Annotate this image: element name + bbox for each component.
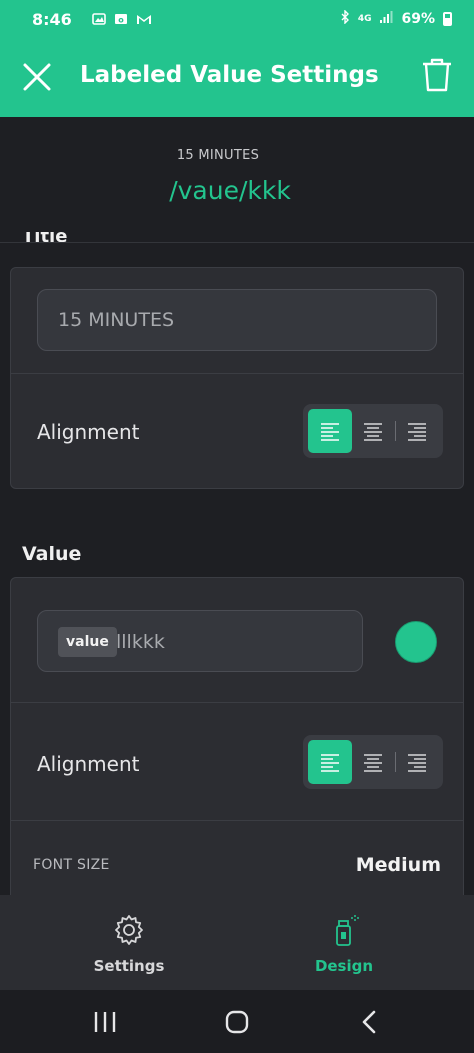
card-divider [11,373,463,374]
home-button[interactable] [221,1006,253,1038]
value-card: value lllkkk Alignment FONT SIZE Medium [10,577,464,907]
title-input-value: 15 MINUTES [58,309,175,331]
value-align-center-button[interactable] [351,740,395,784]
bottom-nav: Settings Design [0,895,474,990]
value-input[interactable]: value lllkkk [37,610,363,672]
image-icon [92,12,106,26]
recent-apps-icon [94,1012,116,1032]
status-time: 8:46 [32,10,72,29]
value-color-swatch[interactable] [395,621,437,663]
title-section-heading: Title [22,232,68,247]
status-right: 4G 69% [340,9,452,28]
close-icon [23,63,51,91]
battery-icon [443,12,452,26]
align-left-icon [321,754,339,772]
align-left-icon [321,423,339,441]
delete-button[interactable] [420,56,454,96]
scroll-divider [0,242,474,243]
align-right-icon [408,423,426,441]
title-align-right-button[interactable] [395,409,439,453]
notification-icons: o [92,12,151,26]
value-align-right-button[interactable] [395,740,439,784]
title-card: 15 MINUTES Alignment [10,267,464,489]
title-align-center-button[interactable] [351,409,395,453]
page-title: Labeled Value Settings [80,62,379,88]
bluetooth-icon [340,9,350,28]
value-alignment-label: Alignment [37,752,140,776]
system-nav-bar [0,990,474,1053]
align-center-icon [364,423,382,441]
recent-apps-button[interactable] [89,1006,121,1038]
back-button[interactable] [354,1006,386,1038]
value-input-suffix: lllkkk [116,631,165,653]
home-icon [225,1010,249,1034]
card-divider [11,820,463,821]
nav-settings[interactable]: Settings [69,913,189,975]
nav-settings-label: Settings [93,957,165,975]
signal-icon [379,10,393,28]
svg-text:o: o [118,16,124,25]
value-chip[interactable]: value [58,627,117,657]
app-header: Labeled Value Settings [0,40,474,117]
gear-icon [115,915,143,945]
outlook-icon: o [114,12,128,26]
status-bar: 8:46 o 4G 69% [0,0,474,40]
title-alignment-label: Alignment [37,420,140,444]
value-section-heading: Value [22,543,82,565]
preview-label: 15 MINUTES [176,148,260,163]
trash-icon [423,58,451,92]
network-type: 4G [357,14,372,24]
preview-value: /vaue/kkk [169,176,291,205]
spray-can-icon [336,915,359,946]
title-alignment-group [303,404,443,458]
title-align-left-button[interactable] [308,409,352,453]
align-center-icon [364,754,382,772]
card-divider [11,702,463,703]
back-icon [362,1010,376,1034]
title-input[interactable]: 15 MINUTES [37,289,437,351]
align-right-icon [408,754,426,772]
value-align-left-button[interactable] [308,740,352,784]
nav-design[interactable]: Design [284,913,404,975]
font-size-value[interactable]: Medium [356,854,441,876]
font-size-label: FONT SIZE [33,857,110,873]
battery-percent: 69% [401,11,435,27]
close-button[interactable] [18,58,56,96]
value-alignment-group [303,735,443,789]
gmail-icon [136,12,151,26]
nav-design-label: Design [314,957,374,975]
